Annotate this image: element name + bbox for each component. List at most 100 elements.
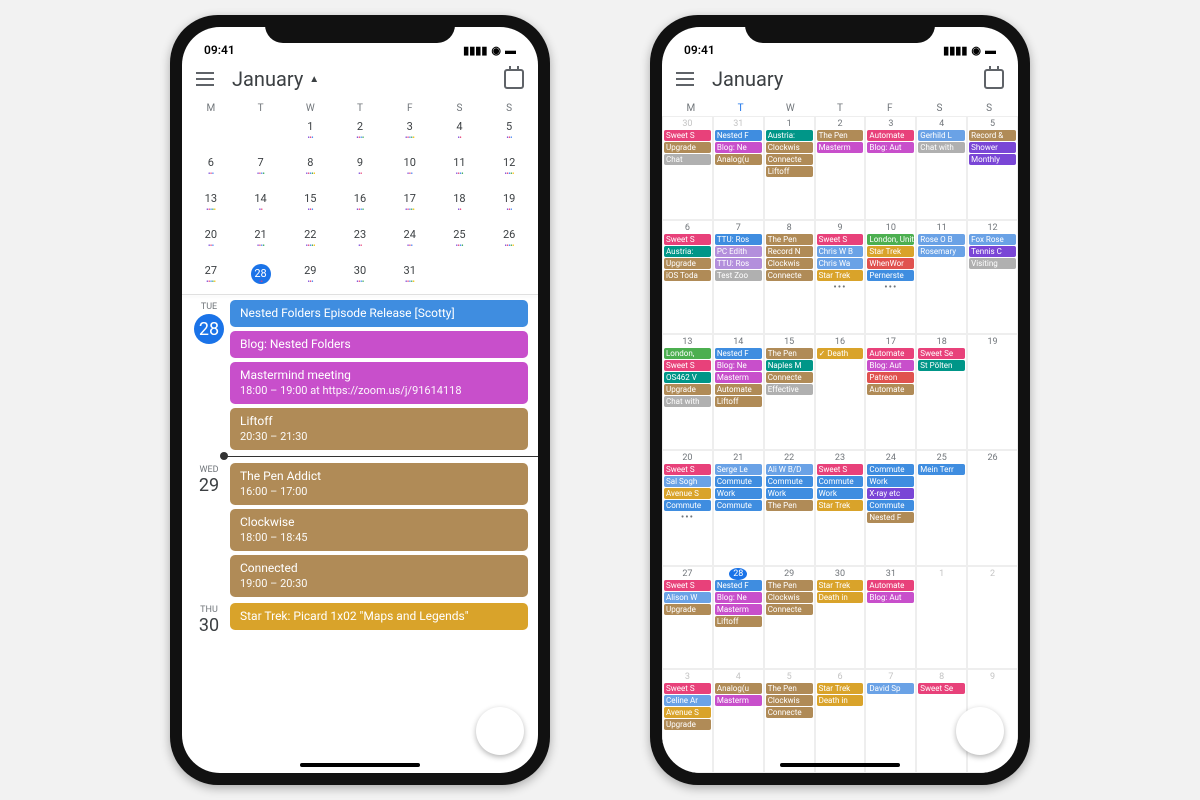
event-chip[interactable]: Automate — [715, 384, 762, 395]
event-chip[interactable]: Shower — [969, 142, 1016, 153]
event-chip[interactable]: Clockwis — [766, 695, 813, 706]
mini-day[interactable]: 19••• — [484, 192, 534, 212]
month-cell[interactable]: 3Sweet SCeline ArAvenue SUpgrade — [662, 669, 713, 773]
month-cell[interactable]: 1 — [916, 566, 967, 670]
more-indicator[interactable]: ••• — [664, 512, 711, 523]
event-chip[interactable]: Sweet S — [664, 360, 711, 371]
event-chip[interactable]: The Pen — [766, 580, 813, 591]
event-chip[interactable]: Upgrade — [664, 384, 711, 395]
month-cell[interactable]: 2 — [967, 566, 1018, 670]
month-cell[interactable]: 17AutomateBlog: AutPatreonAutomate — [865, 334, 916, 450]
month-cell[interactable]: 2The PenMasterm — [815, 116, 866, 220]
event-chip[interactable]: Connecte — [766, 270, 813, 281]
event-chip[interactable]: Record N — [766, 246, 813, 257]
month-cell[interactable]: 28Nested FBlog: NeMastermLiftoff — [713, 566, 764, 670]
mini-day[interactable]: 25•••• — [435, 228, 485, 248]
event-chip[interactable]: St Pölten — [918, 360, 965, 371]
event-chip[interactable]: The Pen — [766, 234, 813, 245]
month-cell[interactable]: 7David Sp — [865, 669, 916, 773]
month-cell[interactable]: 26 — [967, 450, 1018, 566]
event-chip[interactable]: OS462 V — [664, 372, 711, 383]
mini-day[interactable]: 11•••• — [435, 156, 485, 176]
event-chip[interactable]: Blog: Ne — [715, 360, 762, 371]
mini-day[interactable]: 15••• — [285, 192, 335, 212]
mini-day[interactable]: 9•• — [335, 156, 385, 176]
event-chip[interactable]: ✓ Death — [817, 348, 864, 359]
event-chip[interactable]: Ali W B/D — [766, 464, 813, 475]
event-chip[interactable]: Work — [715, 488, 762, 499]
mini-day[interactable]: 29••• — [285, 264, 335, 284]
mini-day[interactable] — [236, 120, 286, 140]
mini-day[interactable]: 13••••• — [186, 192, 236, 212]
month-cell[interactable]: 31Nested FBlog: NeAnalog(u — [713, 116, 764, 220]
event-chip[interactable]: Commute — [715, 500, 762, 511]
month-cell[interactable]: 13London,Sweet SOS462 VUpgradeChat with — [662, 334, 713, 450]
month-cell[interactable]: 30Sweet SUpgradeChat — [662, 116, 713, 220]
event-chip[interactable]: Naples M — [766, 360, 813, 371]
event-chip[interactable]: Commute — [867, 464, 914, 475]
mini-day[interactable] — [435, 264, 485, 284]
event-chip[interactable]: Austria: — [766, 130, 813, 141]
event-chip[interactable]: Work — [817, 488, 864, 499]
event-chip[interactable]: Death in — [817, 592, 864, 603]
event-chip[interactable]: Serge Le — [715, 464, 762, 475]
event-chip[interactable]: Commute — [867, 500, 914, 511]
menu-icon[interactable] — [196, 72, 214, 86]
event-chip[interactable]: Pernerste — [867, 270, 914, 281]
mini-day[interactable] — [186, 120, 236, 140]
event-chip[interactable]: Avenue S — [664, 488, 711, 499]
mini-day[interactable]: 16•••• — [335, 192, 385, 212]
event-chip[interactable]: Blog: Aut — [867, 592, 914, 603]
mini-day[interactable]: 21•••• — [236, 228, 286, 248]
agenda-event[interactable]: Clockwise18:00 – 18:45 — [230, 509, 528, 551]
month-cell[interactable]: 29The PenClockwisConnecte — [764, 566, 815, 670]
mini-day[interactable]: 14•• — [236, 192, 286, 212]
event-chip[interactable]: Nested F — [715, 130, 762, 141]
more-indicator[interactable]: ••• — [867, 282, 914, 293]
event-chip[interactable]: Visiting — [969, 258, 1016, 269]
event-chip[interactable]: Blog: Ne — [715, 142, 762, 153]
event-chip[interactable]: Blog: Ne — [715, 592, 762, 603]
mini-month[interactable]: 1•••2••••3•••••4••5•••6•••7••••8•••••9••… — [182, 116, 538, 294]
event-chip[interactable]: Chat with — [918, 142, 965, 153]
event-chip[interactable]: Masterm — [715, 372, 762, 383]
event-chip[interactable]: Rose O B — [918, 234, 965, 245]
event-chip[interactable]: London, — [664, 348, 711, 359]
mini-day[interactable]: 12••••• — [484, 156, 534, 176]
event-chip[interactable]: Masterm — [715, 695, 762, 706]
event-chip[interactable]: Gerhild L — [918, 130, 965, 141]
event-chip[interactable]: Rosemary — [918, 246, 965, 257]
event-chip[interactable]: Analog(u — [715, 154, 762, 165]
event-chip[interactable]: Star Trek — [867, 246, 914, 257]
month-cell[interactable]: 20Sweet SSal SoghAvenue SCommute••• — [662, 450, 713, 566]
mini-day[interactable]: 1••• — [285, 120, 335, 140]
menu-icon[interactable] — [676, 72, 694, 86]
month-cell[interactable]: 10London, United Kingdom, JanuStar TrekW… — [865, 220, 916, 335]
event-chip[interactable]: Blog: Aut — [867, 360, 914, 371]
event-chip[interactable]: Test Zoo — [715, 270, 762, 281]
agenda-event[interactable]: Blog: Nested Folders — [230, 331, 528, 358]
event-chip[interactable]: X-ray etc — [867, 488, 914, 499]
month-cell[interactable]: 5Record &ShowerMonthly — [967, 116, 1018, 220]
event-chip[interactable]: Effective — [766, 384, 813, 395]
event-chip[interactable]: Connecte — [766, 707, 813, 718]
today-icon[interactable] — [984, 69, 1004, 89]
mini-day[interactable]: 6••• — [186, 156, 236, 176]
mini-day[interactable]: 30•••• — [335, 264, 385, 284]
event-chip[interactable]: Commute — [766, 476, 813, 487]
month-cell[interactable]: 3AutomateBlog: Aut — [865, 116, 916, 220]
agenda-list[interactable]: TUE28Nested Folders Episode Release [Sco… — [182, 297, 538, 773]
month-selector[interactable]: January ▲ — [232, 67, 486, 91]
month-cell[interactable]: 21Serge LeCommuteWorkCommute — [713, 450, 764, 566]
event-chip[interactable]: Commute — [715, 476, 762, 487]
month-cell[interactable]: 12Fox RoseTennis CVisiting — [967, 220, 1018, 335]
mini-day[interactable]: 2•••• — [335, 120, 385, 140]
event-chip[interactable]: Star Trek — [817, 580, 864, 591]
event-chip[interactable]: Sweet S — [817, 234, 864, 245]
event-chip[interactable]: Automate — [867, 384, 914, 395]
month-cell[interactable]: 24CommuteWorkX-ray etcCommuteNested F — [865, 450, 916, 566]
mini-day[interactable]: 24••• — [385, 228, 435, 248]
event-chip[interactable]: Austria: — [664, 246, 711, 257]
agenda-event[interactable]: Star Trek: Picard 1x02 "Maps and Legends… — [230, 603, 528, 630]
month-cell[interactable]: 4Gerhild LChat with — [916, 116, 967, 220]
